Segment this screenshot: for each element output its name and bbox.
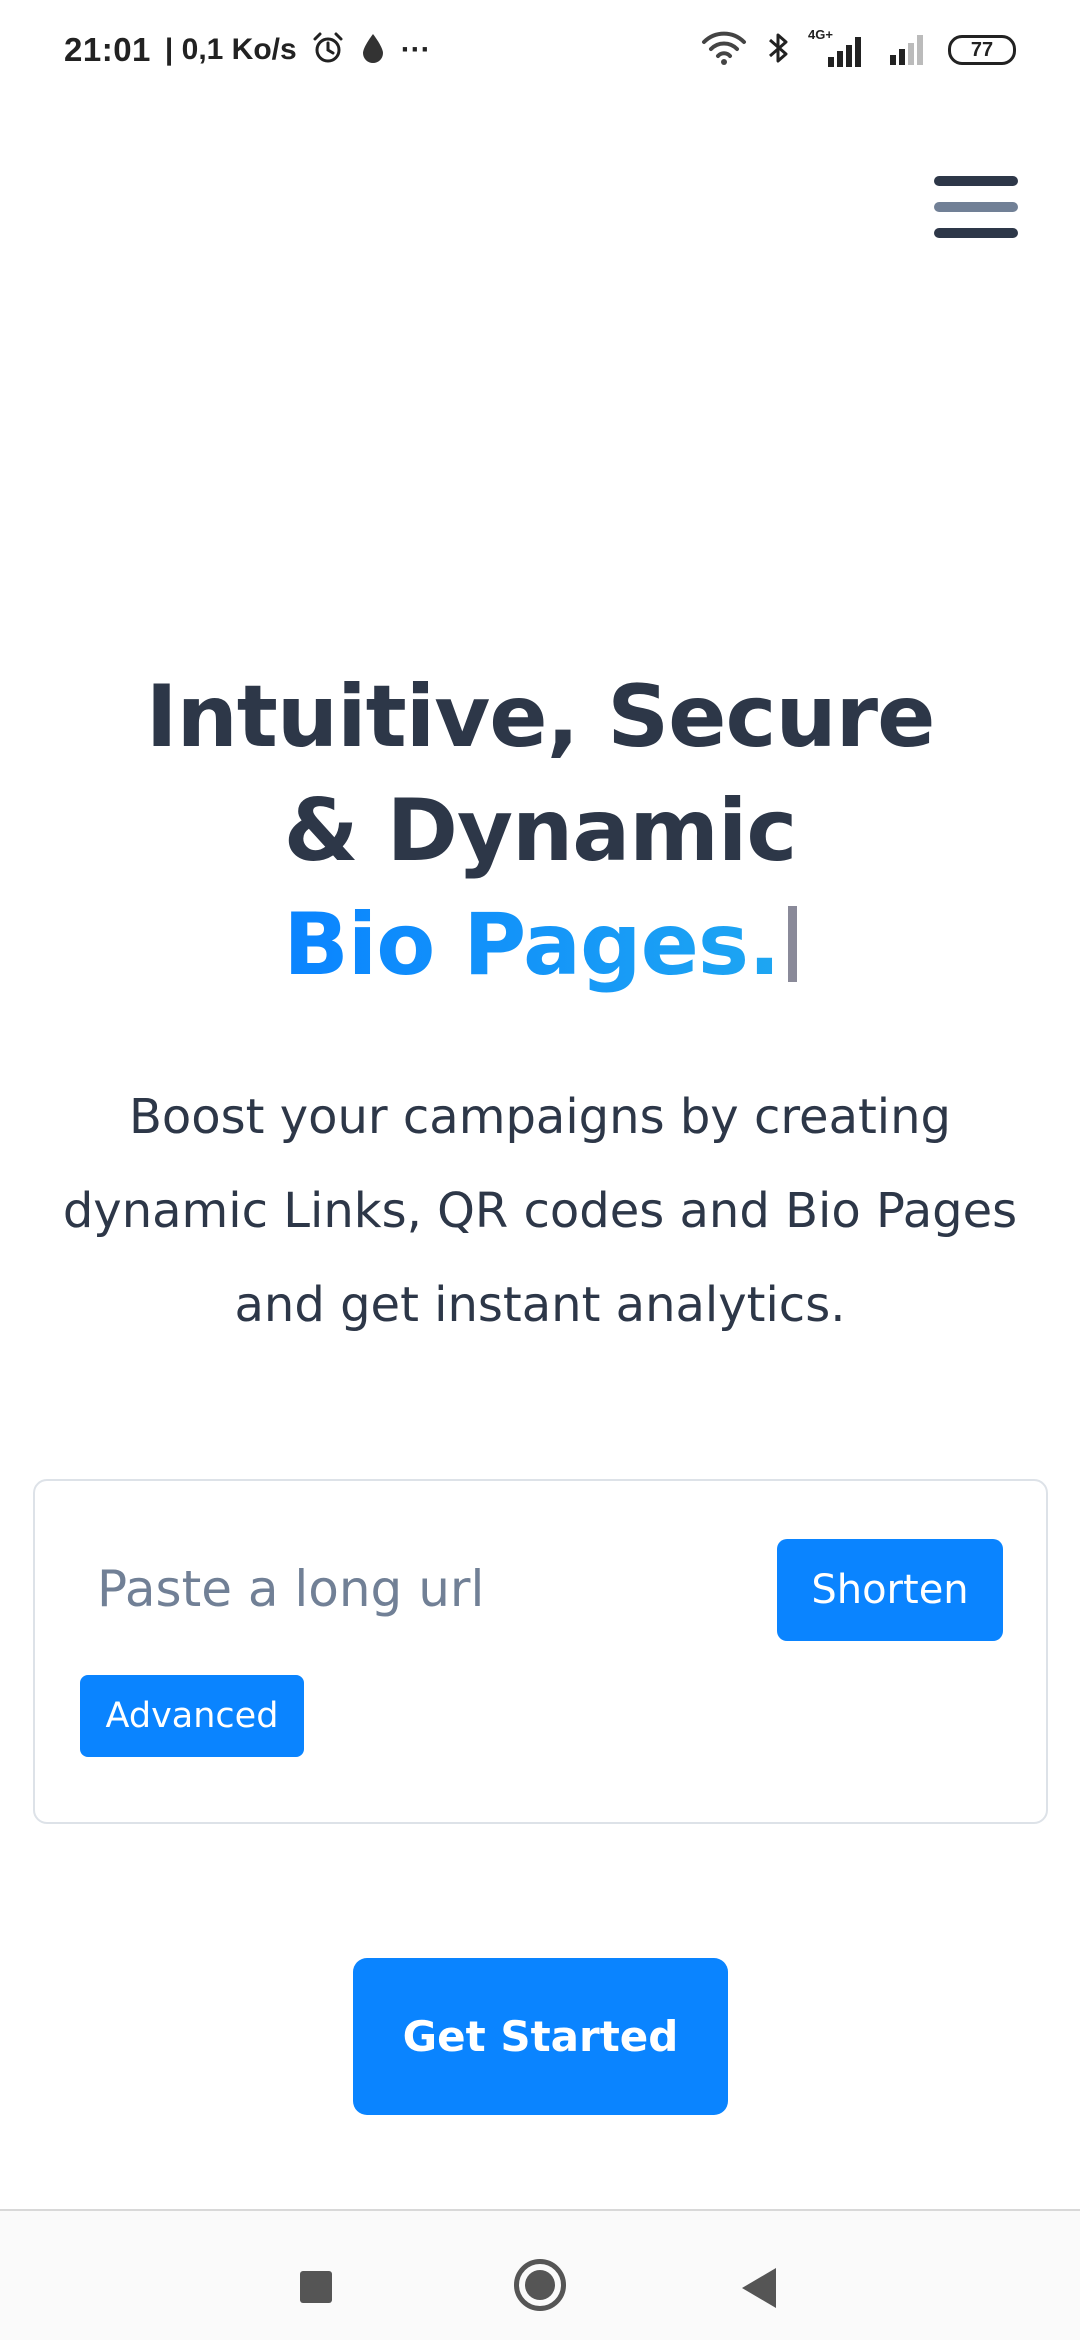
url-input[interactable]: [95, 1539, 775, 1639]
get-started-button[interactable]: Get Started: [353, 1958, 728, 2115]
menu-bar-middle: [934, 202, 1018, 212]
status-left: 21:01 | 0,1 Ko/s ···: [64, 31, 431, 69]
system-nav-bar: [0, 2211, 1080, 2340]
hero-subtitle: Boost your campaigns by creating dynamic…: [40, 1070, 1040, 1352]
hamburger-menu-icon[interactable]: [934, 176, 1018, 238]
alarm-icon: [311, 31, 345, 69]
wifi-icon: [700, 30, 748, 70]
subtitle-line-3: and get instant analytics.: [234, 1277, 846, 1333]
headline-line-3: Bio Pages.: [0, 888, 1080, 1002]
back-icon[interactable]: [742, 2268, 776, 2308]
signal-icon: 4G+: [808, 27, 868, 67]
battery-icon: 77: [948, 35, 1016, 65]
typing-caret: [787, 906, 797, 982]
network-type: 4G+: [808, 27, 833, 42]
headline-line-2: & Dynamic: [283, 781, 798, 881]
signal-icon-secondary: [886, 31, 930, 69]
menu-bar-top: [934, 176, 1018, 186]
status-time: 21:01: [64, 31, 151, 68]
shorten-button[interactable]: Shorten: [777, 1539, 1003, 1641]
subtitle-line-1: Boost your campaigns by creating: [128, 1089, 952, 1145]
menu-bar-bottom: [934, 228, 1018, 238]
drop-icon: [359, 31, 387, 69]
hero-headline: Intuitive, Secure & Dynamic Bio Pages.: [0, 660, 1080, 1002]
headline-accent: Bio Pages.: [283, 895, 781, 995]
status-bar: 21:01 | 0,1 Ko/s ··· 4G+ 77: [0, 0, 1080, 100]
home-icon[interactable]: [514, 2259, 566, 2311]
status-right: 4G+ 77: [700, 27, 1016, 70]
network-speed: | 0,1 Ko/s: [164, 33, 297, 66]
advanced-button[interactable]: Advanced: [80, 1675, 304, 1757]
recent-apps-icon[interactable]: [300, 2271, 332, 2303]
bluetooth-icon: [766, 30, 790, 70]
more-indicator: ···: [400, 33, 431, 66]
headline-line-1: Intuitive, Secure: [145, 667, 936, 767]
subtitle-line-2: dynamic Links, QR codes and Bio Pages: [62, 1183, 1018, 1239]
shortener-card: Shorten Advanced: [33, 1479, 1048, 1824]
